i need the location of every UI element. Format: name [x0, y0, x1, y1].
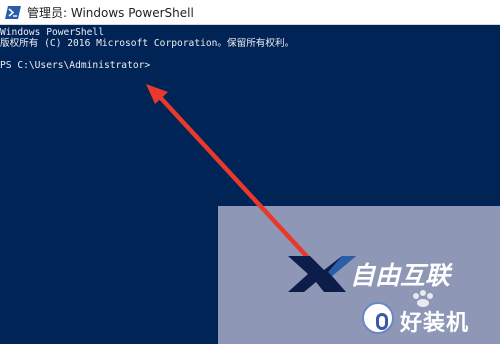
console-line: Windows PowerShell	[0, 27, 104, 38]
badge-inner-icon	[376, 313, 388, 330]
title-bar[interactable]: 管理员: Windows PowerShell	[0, 0, 500, 25]
watermark-brand2: 好装机	[360, 300, 500, 340]
window-title: 管理员: Windows PowerShell	[27, 6, 194, 20]
powershell-icon	[5, 6, 21, 19]
brand-badge-icon	[362, 302, 394, 334]
powershell-window: 管理员: Windows PowerShell Windows PowerShe…	[0, 0, 500, 344]
console-line: 版权所有 (C) 2016 Microsoft Corporation。保留所有…	[0, 38, 295, 49]
console-prompt[interactable]: PS C:\Users\Administrator>	[0, 60, 150, 71]
watermark-logo-text: 自由互联	[350, 261, 453, 290]
watermark-brand2-label: 好装机	[400, 311, 470, 336]
